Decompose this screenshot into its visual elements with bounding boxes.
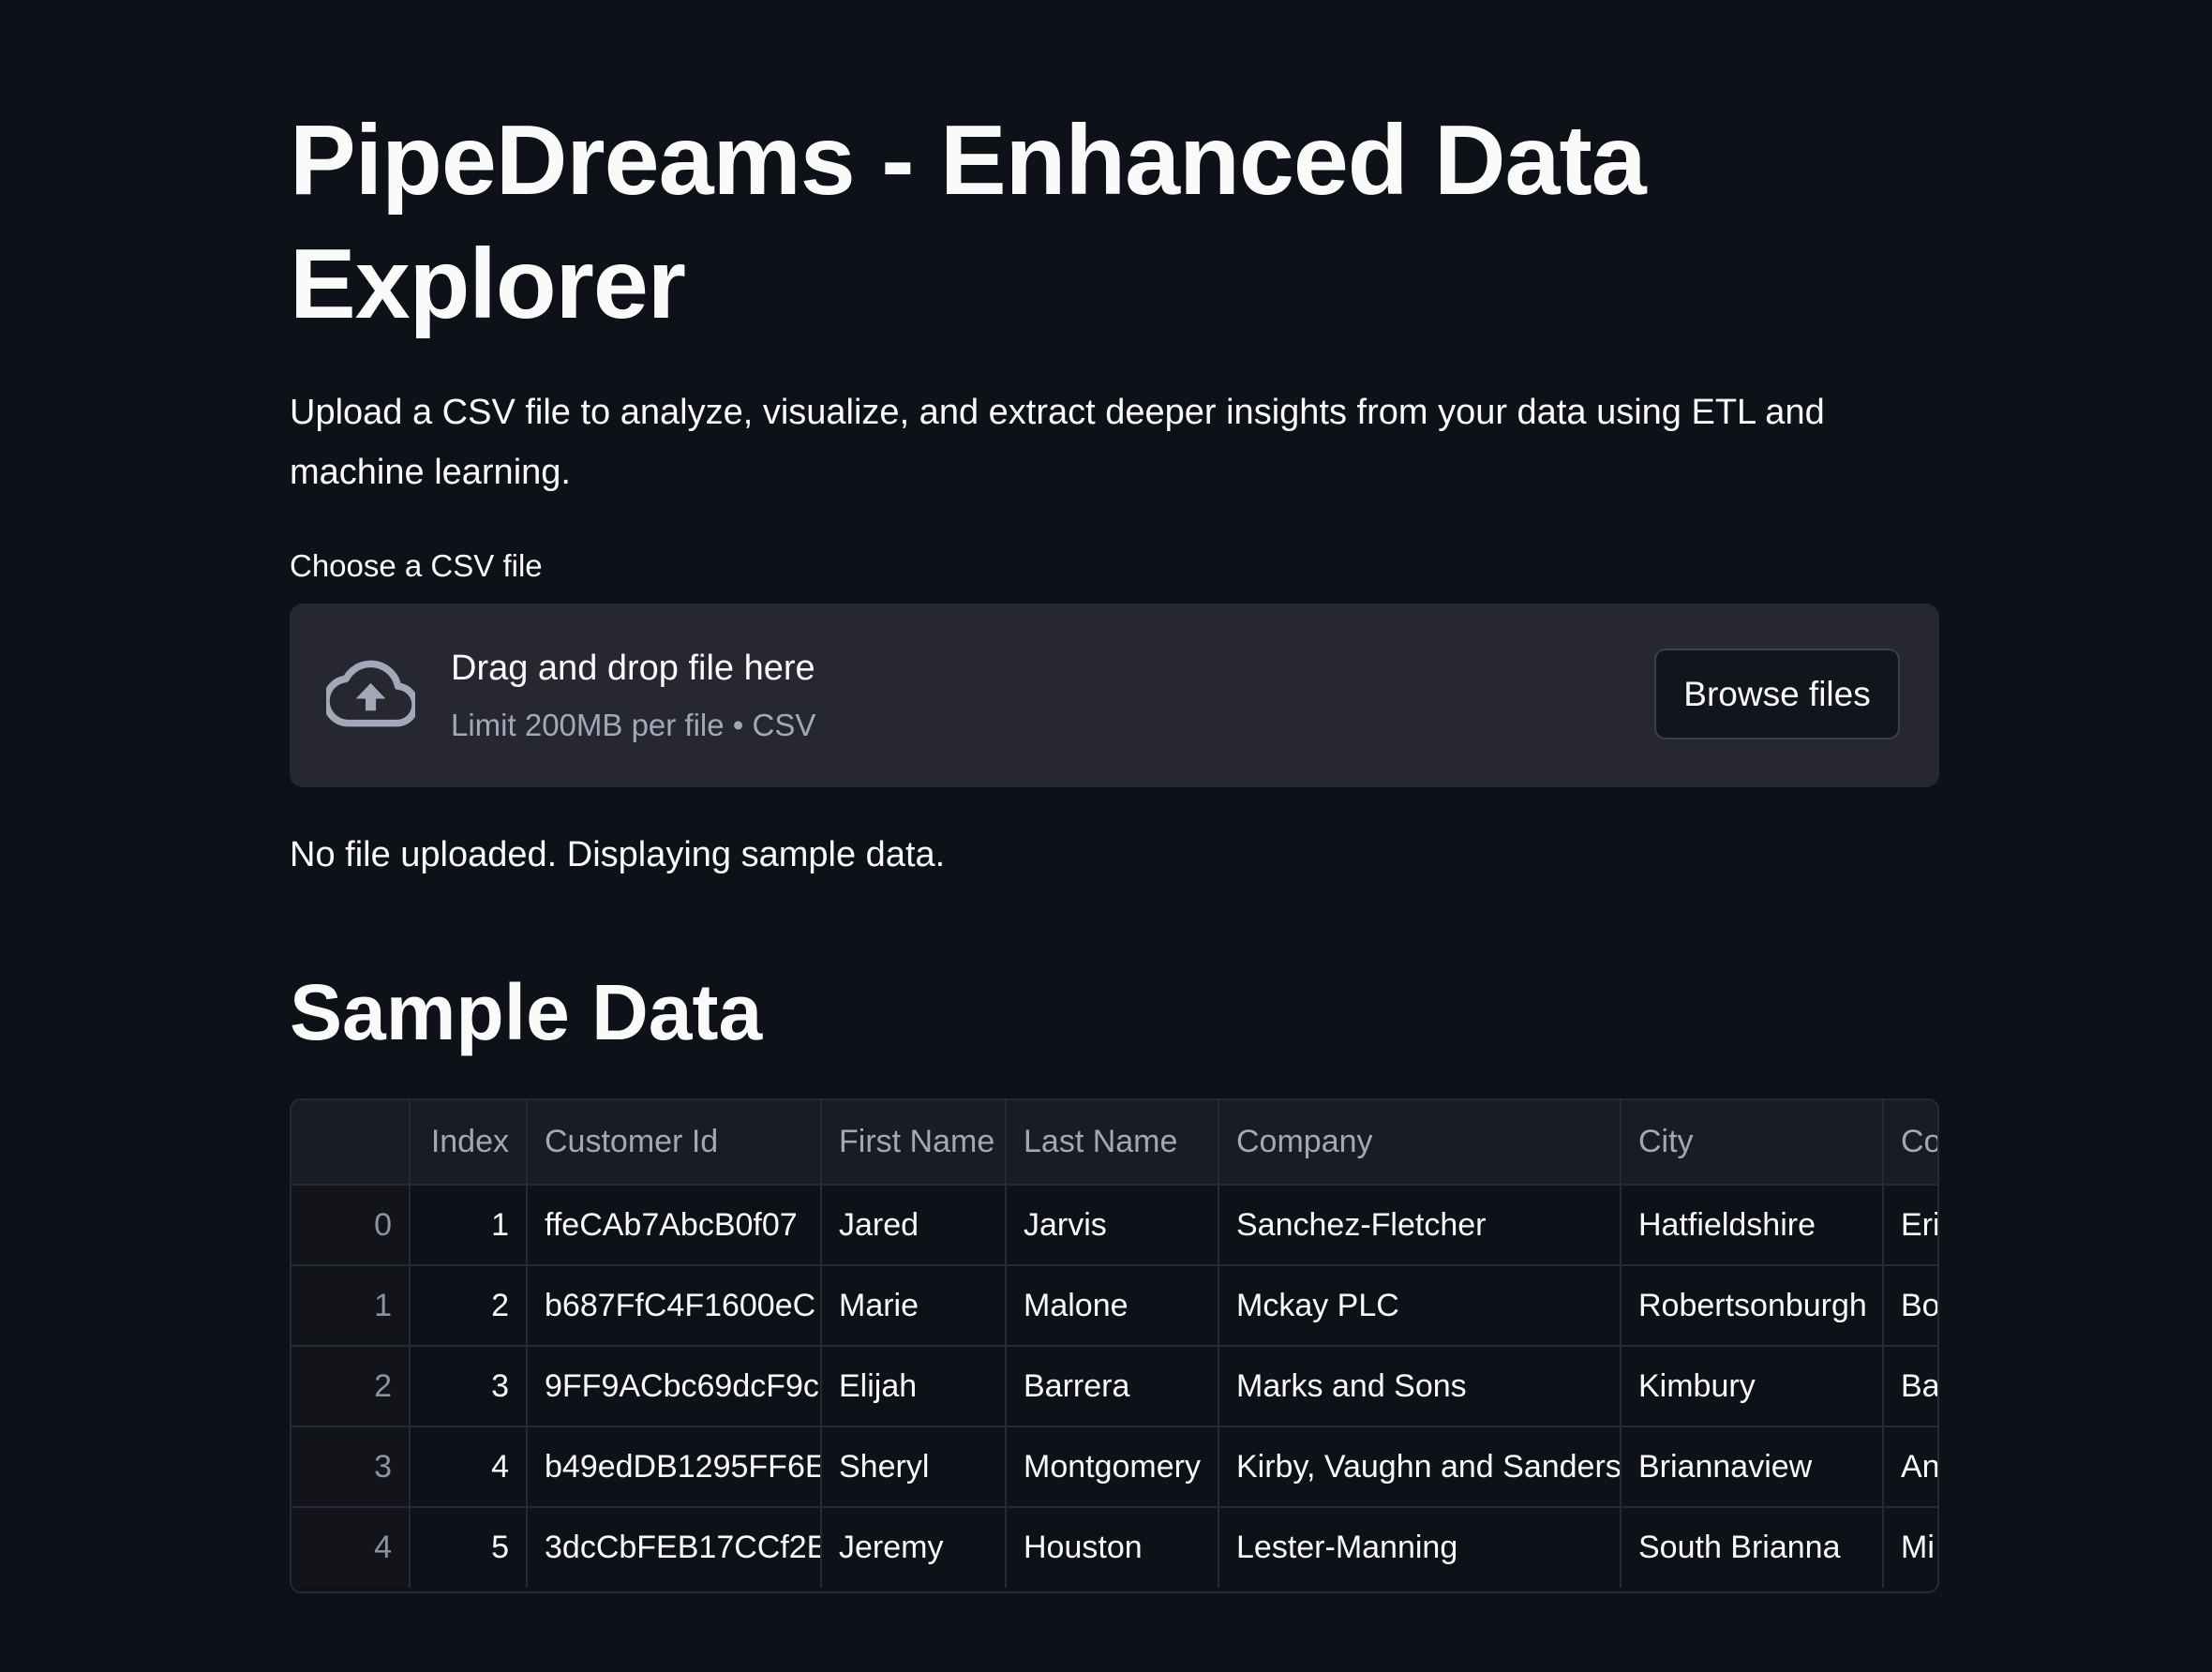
customer-id-cell[interactable]: b687FfC4F1600eC: [527, 1265, 822, 1347]
company-cell[interactable]: Mckay PLC: [1218, 1265, 1622, 1347]
row-index-cell: 1: [291, 1265, 411, 1347]
customer-id-cell[interactable]: b49edDB1295FF6E: [527, 1426, 822, 1508]
first-name-cell[interactable]: Elijah: [821, 1346, 1007, 1427]
table-header-row: Index Customer Id First Name Last Name C…: [291, 1100, 1937, 1186]
company-cell[interactable]: Marks and Sons: [1218, 1346, 1622, 1427]
column-header-first-name[interactable]: First Name: [821, 1100, 1007, 1186]
index-cell[interactable]: 2: [410, 1265, 528, 1347]
row-index-cell: 3: [291, 1426, 411, 1508]
last-name-cell[interactable]: Barrera: [1006, 1346, 1219, 1427]
sample-data-heading: Sample Data: [290, 968, 763, 1056]
page-title: PipeDreams - Enhanced Data Explorer: [290, 105, 1647, 339]
column-header-index[interactable]: Index: [410, 1100, 528, 1186]
browse-files-button[interactable]: Browse files: [1654, 649, 1900, 739]
country-cell[interactable]: An: [1883, 1426, 1937, 1508]
customer-id-cell[interactable]: ffeCAb7AbcB0f07: [527, 1185, 822, 1266]
column-header-customer-id[interactable]: Customer Id: [527, 1100, 822, 1186]
last-name-cell[interactable]: Houston: [1006, 1507, 1219, 1588]
table-row: 4 5 3dcCbFEB17CCf2E Jeremy Houston Leste…: [291, 1507, 1937, 1588]
file-uploader-label: Choose a CSV file: [290, 548, 543, 583]
sample-data-table[interactable]: Index Customer Id First Name Last Name C…: [290, 1098, 1939, 1593]
first-name-cell[interactable]: Jeremy: [821, 1507, 1007, 1588]
index-cell[interactable]: 4: [410, 1426, 528, 1508]
data-grid: Index Customer Id First Name Last Name C…: [291, 1100, 1937, 1588]
table-row: 2 3 9FF9ACbc69dcF9c Elijah Barrera Marks…: [291, 1346, 1937, 1427]
last-name-cell[interactable]: Malone: [1006, 1265, 1219, 1347]
last-name-cell[interactable]: Jarvis: [1006, 1185, 1219, 1266]
cloud-upload-icon: [326, 660, 415, 727]
city-cell[interactable]: Briannaview: [1621, 1426, 1884, 1508]
table-row: 0 1 ffeCAb7AbcB0f07 Jared Jarvis Sanchez…: [291, 1185, 1937, 1266]
country-cell[interactable]: Ba: [1883, 1346, 1937, 1427]
country-cell[interactable]: Bo: [1883, 1265, 1937, 1347]
country-cell[interactable]: Eri: [1883, 1185, 1937, 1266]
table-row: 1 2 b687FfC4F1600eC Marie Malone Mckay P…: [291, 1265, 1937, 1347]
row-index-cell: 2: [291, 1346, 411, 1427]
column-header-country[interactable]: Co: [1883, 1100, 1937, 1186]
dropzone-limit-text: Limit 200MB per file • CSV: [451, 708, 816, 742]
customer-id-cell[interactable]: 9FF9ACbc69dcF9c: [527, 1346, 822, 1427]
intro-text: Upload a CSV file to analyze, visualize,…: [290, 393, 1825, 492]
country-cell[interactable]: Mi: [1883, 1507, 1937, 1588]
row-index-cell: 4: [291, 1507, 411, 1588]
index-cell[interactable]: 5: [410, 1507, 528, 1588]
file-dropzone[interactable]: Drag and drop file here Limit 200MB per …: [290, 604, 1939, 787]
city-cell[interactable]: Robertsonburgh: [1621, 1265, 1884, 1347]
first-name-cell[interactable]: Jared: [821, 1185, 1007, 1266]
column-header-company[interactable]: Company: [1218, 1100, 1622, 1186]
row-index-cell: 0: [291, 1185, 411, 1266]
column-header-row-index: [291, 1100, 411, 1186]
company-cell[interactable]: Lester-Manning: [1218, 1507, 1622, 1588]
city-cell[interactable]: South Brianna: [1621, 1507, 1884, 1588]
company-cell[interactable]: Kirby, Vaughn and Sanders: [1218, 1426, 1622, 1508]
city-cell[interactable]: Kimbury: [1621, 1346, 1884, 1427]
customer-id-cell[interactable]: 3dcCbFEB17CCf2E: [527, 1507, 822, 1588]
first-name-cell[interactable]: Marie: [821, 1265, 1007, 1347]
dropzone-title: Drag and drop file here: [451, 649, 815, 688]
city-cell[interactable]: Hatfieldshire: [1621, 1185, 1884, 1266]
index-cell[interactable]: 3: [410, 1346, 528, 1427]
index-cell[interactable]: 1: [410, 1185, 528, 1266]
last-name-cell[interactable]: Montgomery: [1006, 1426, 1219, 1508]
column-header-last-name[interactable]: Last Name: [1006, 1100, 1219, 1186]
column-header-city[interactable]: City: [1621, 1100, 1884, 1186]
status-message: No file uploaded. Displaying sample data…: [290, 835, 946, 874]
first-name-cell[interactable]: Sheryl: [821, 1426, 1007, 1508]
table-row: 3 4 b49edDB1295FF6E Sheryl Montgomery Ki…: [291, 1426, 1937, 1508]
company-cell[interactable]: Sanchez-Fletcher: [1218, 1185, 1622, 1266]
